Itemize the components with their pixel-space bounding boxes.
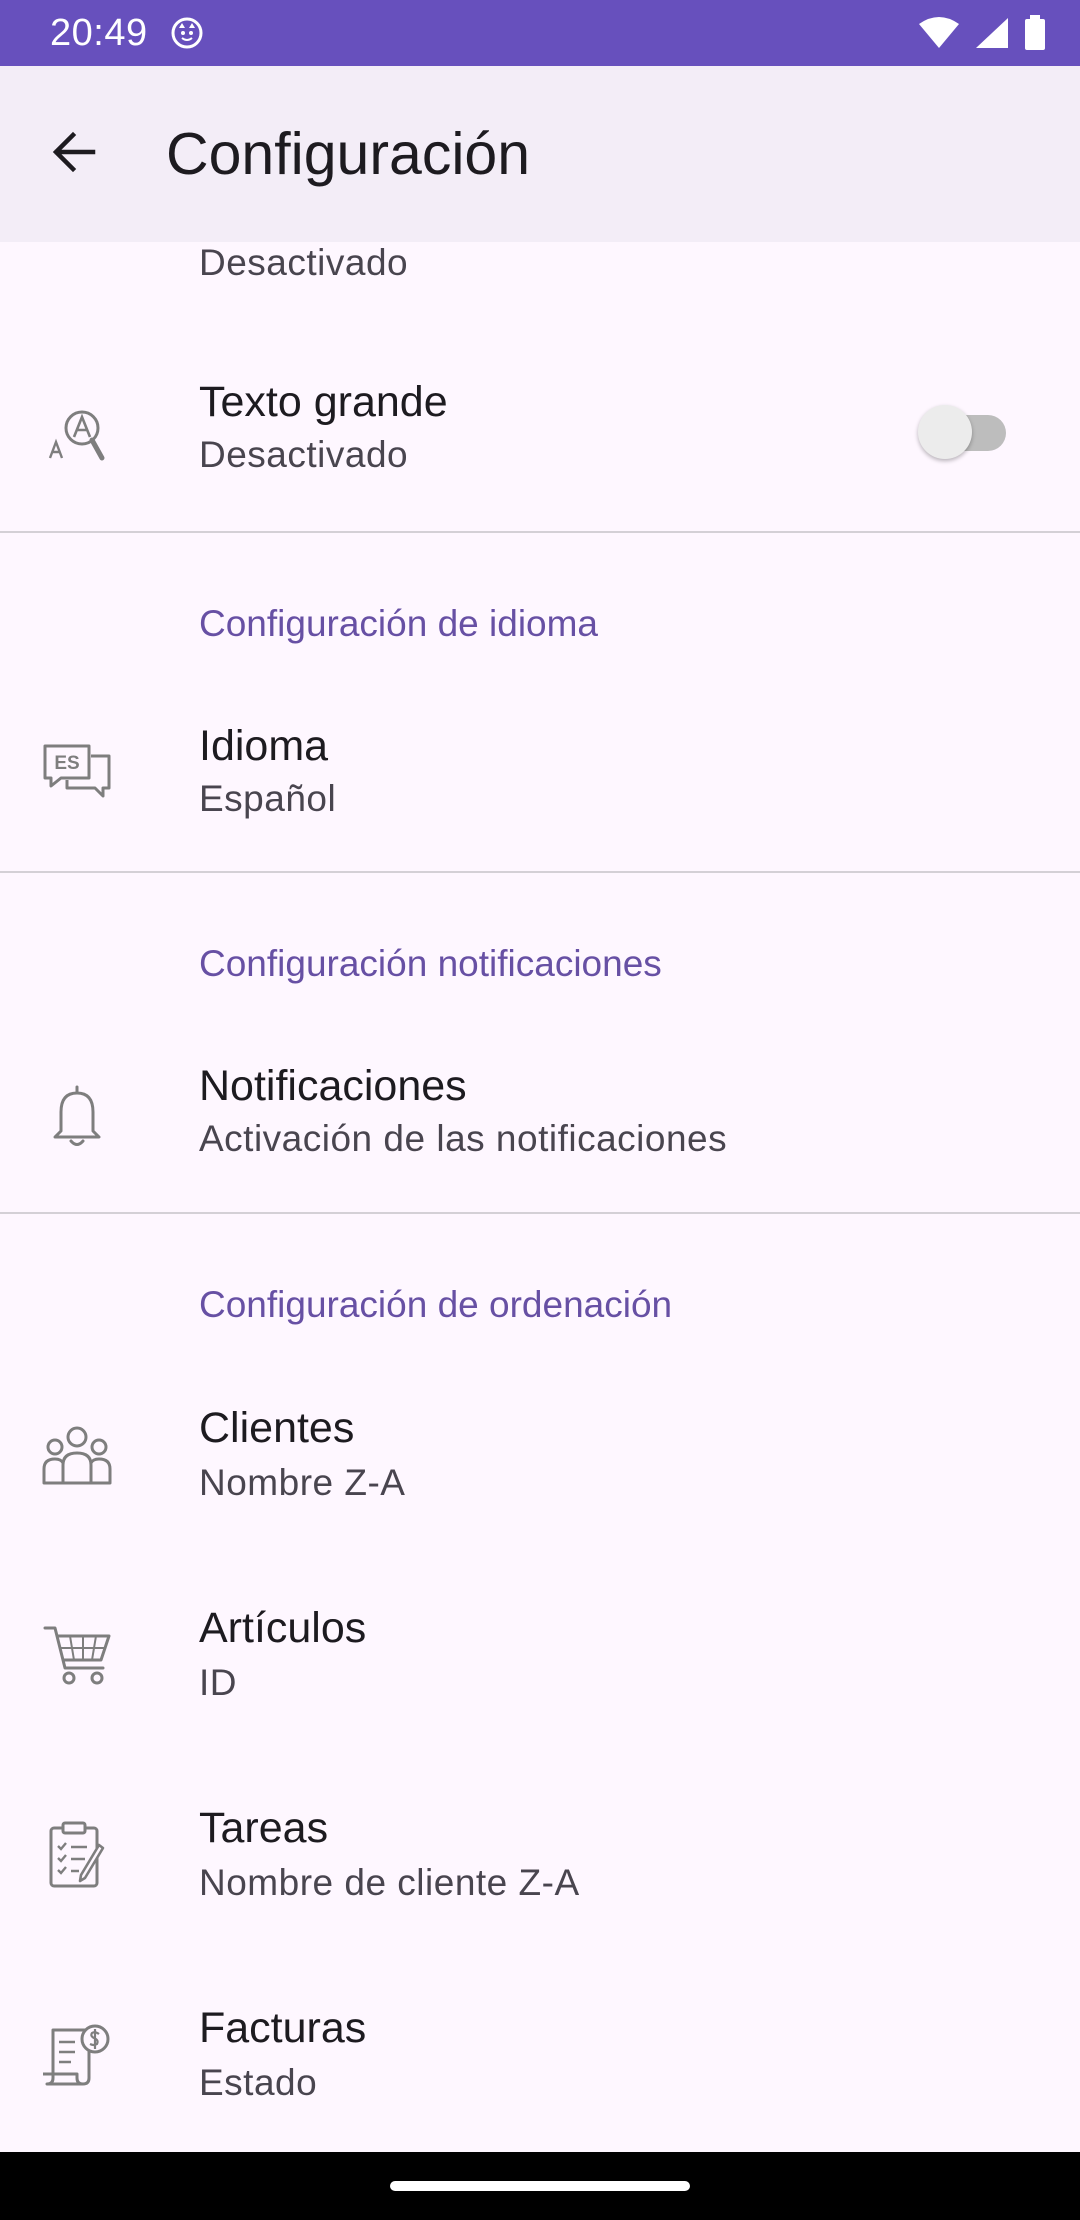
section-divider [0,1212,1080,1214]
pref-title: Facturas [199,2004,367,2052]
section-divider [0,531,1080,533]
pref-item-articulos[interactable]: Artículos ID [0,1584,1080,1784]
bell-icon [38,1077,116,1155]
category-idioma: Configuración de idioma [199,603,599,644]
home-gesture-handle[interactable] [390,2181,690,2191]
pref-item-texto-grande[interactable]: Texto grande Desactivado [0,362,1080,532]
language-chat-icon: ES [38,733,116,811]
text-zoom-icon [38,398,116,476]
signal-icon [974,16,1010,50]
pref-title: Texto grande [199,378,448,426]
settings-screen: 20:49 Configuración Desactivado Texto gr… [0,0,1080,2220]
status-time: 20:49 [50,11,148,54]
pref-item-notificaciones[interactable]: Notificaciones Activación de las notific… [0,1042,1080,1212]
battery-icon [1024,15,1046,51]
icon-lang-code: ES [54,753,79,774]
shopping-cart-icon [38,1616,116,1694]
pref-summary: Desactivado [199,242,409,283]
pref-item-idioma[interactable]: ES Idioma Español [0,702,1080,872]
pref-item-tareas[interactable]: Tareas Nombre de cliente Z-A [0,1784,1080,1984]
pref-item-clientes[interactable]: Clientes Nombre Z-A [0,1384,1080,1584]
pref-title: Clientes [199,1404,355,1452]
pref-item-facturas[interactable]: Facturas Estado [0,1984,1080,2152]
app-notification-icon [170,16,204,50]
pref-summary: Desactivado [199,434,409,475]
category-notificaciones: Configuración notificaciones [199,943,662,984]
pref-title: Idioma [199,722,329,770]
status-bar: 20:49 [0,0,1080,66]
large-text-switch[interactable] [918,401,1006,459]
pref-summary: Estado [199,2062,318,2103]
section-divider [0,871,1080,873]
customers-group-icon [38,1417,116,1495]
pref-summary: ID [199,1662,237,1703]
pref-summary: Nombre de cliente Z-A [199,1862,580,1903]
clipboard-tasks-icon [38,1816,116,1894]
arrow-back-icon [49,127,99,182]
switch-thumb [918,405,972,459]
app-bar: Configuración [0,66,1080,242]
settings-list[interactable]: Desactivado Texto grande Desactivado Con… [0,0,1080,2152]
wifi-icon [918,16,960,50]
navigation-bar [0,2152,1080,2220]
pref-title: Tareas [199,1804,329,1852]
invoice-dollar-icon [38,2016,116,2094]
page-title: Configuración [166,121,531,187]
status-indicators [918,15,1046,51]
category-ordenacion: Configuración de ordenación [199,1284,673,1325]
pref-summary: Nombre Z-A [199,1462,406,1503]
pref-summary: Activación de las notificaciones [199,1118,728,1159]
pref-title: Artículos [199,1604,367,1652]
pref-summary: Español [199,778,337,819]
pref-title: Notificaciones [199,1062,467,1110]
back-button[interactable] [34,114,114,194]
